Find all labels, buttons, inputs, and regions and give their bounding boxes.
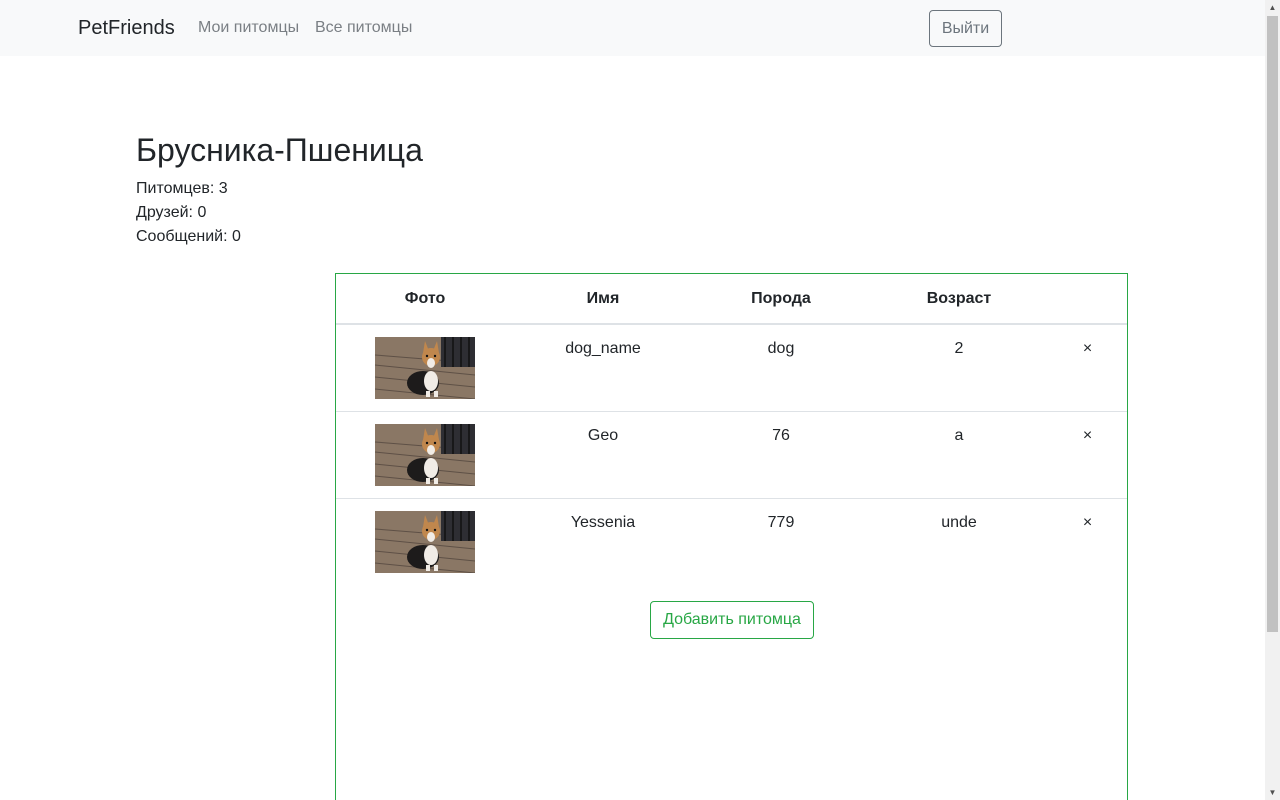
friends-count: Друзей: 0 — [136, 204, 207, 221]
pets-panel: Фото Имя Порода Возраст dog_name dog 2 ×… — [335, 273, 1128, 800]
pet-photo — [375, 511, 475, 573]
pet-name: Yessenia — [570, 514, 636, 531]
logout-button[interactable]: Выйти — [929, 10, 1002, 47]
user-name-heading: Брусника-Пшеница — [136, 132, 423, 168]
brand-logo[interactable]: PetFriends — [78, 15, 175, 41]
pet-breed: 76 — [772, 427, 790, 444]
header-age: Возраст — [926, 290, 992, 307]
pet-age: unde — [941, 514, 977, 531]
table-row: Geo 76 a × — [336, 412, 1127, 499]
pet-photo — [375, 424, 475, 486]
scroll-thumb[interactable] — [1267, 16, 1278, 632]
page: PetFriends Мои питомцы Все питомцы Выйти… — [0, 0, 1280, 800]
pet-name: Geo — [587, 427, 619, 444]
scrollbar[interactable]: ▲ ▼ — [1265, 0, 1280, 800]
pet-age: 2 — [954, 340, 964, 357]
messages-count: Сообщений: 0 — [136, 228, 241, 245]
table-header-row: Фото Имя Порода Возраст — [336, 274, 1127, 325]
scroll-up-icon[interactable]: ▲ — [1265, 0, 1280, 15]
pet-breed: dog — [767, 340, 795, 357]
scroll-down-icon[interactable]: ▼ — [1265, 785, 1280, 800]
header-name: Имя — [586, 290, 620, 307]
delete-pet-icon[interactable]: × — [1048, 513, 1127, 533]
pet-name: dog_name — [565, 340, 641, 357]
navbar: PetFriends Мои питомцы Все питомцы Выйти — [0, 0, 1265, 56]
nav-all-pets[interactable]: Все питомцы — [315, 17, 412, 39]
nav-my-pets[interactable]: Мои питомцы — [198, 17, 299, 39]
table-row: Yessenia 779 unde × — [336, 499, 1127, 586]
table-row: dog_name dog 2 × — [336, 325, 1127, 412]
delete-pet-icon[interactable]: × — [1048, 426, 1127, 446]
pet-breed: 779 — [767, 514, 795, 531]
header-photo: Фото — [404, 290, 446, 307]
pets-count: Питомцев: 3 — [136, 180, 228, 197]
header-breed: Порода — [751, 290, 811, 307]
pet-age: a — [954, 427, 964, 444]
add-pet-button[interactable]: Добавить питомца — [650, 601, 814, 639]
pet-photo — [375, 337, 475, 399]
delete-pet-icon[interactable]: × — [1048, 339, 1127, 359]
